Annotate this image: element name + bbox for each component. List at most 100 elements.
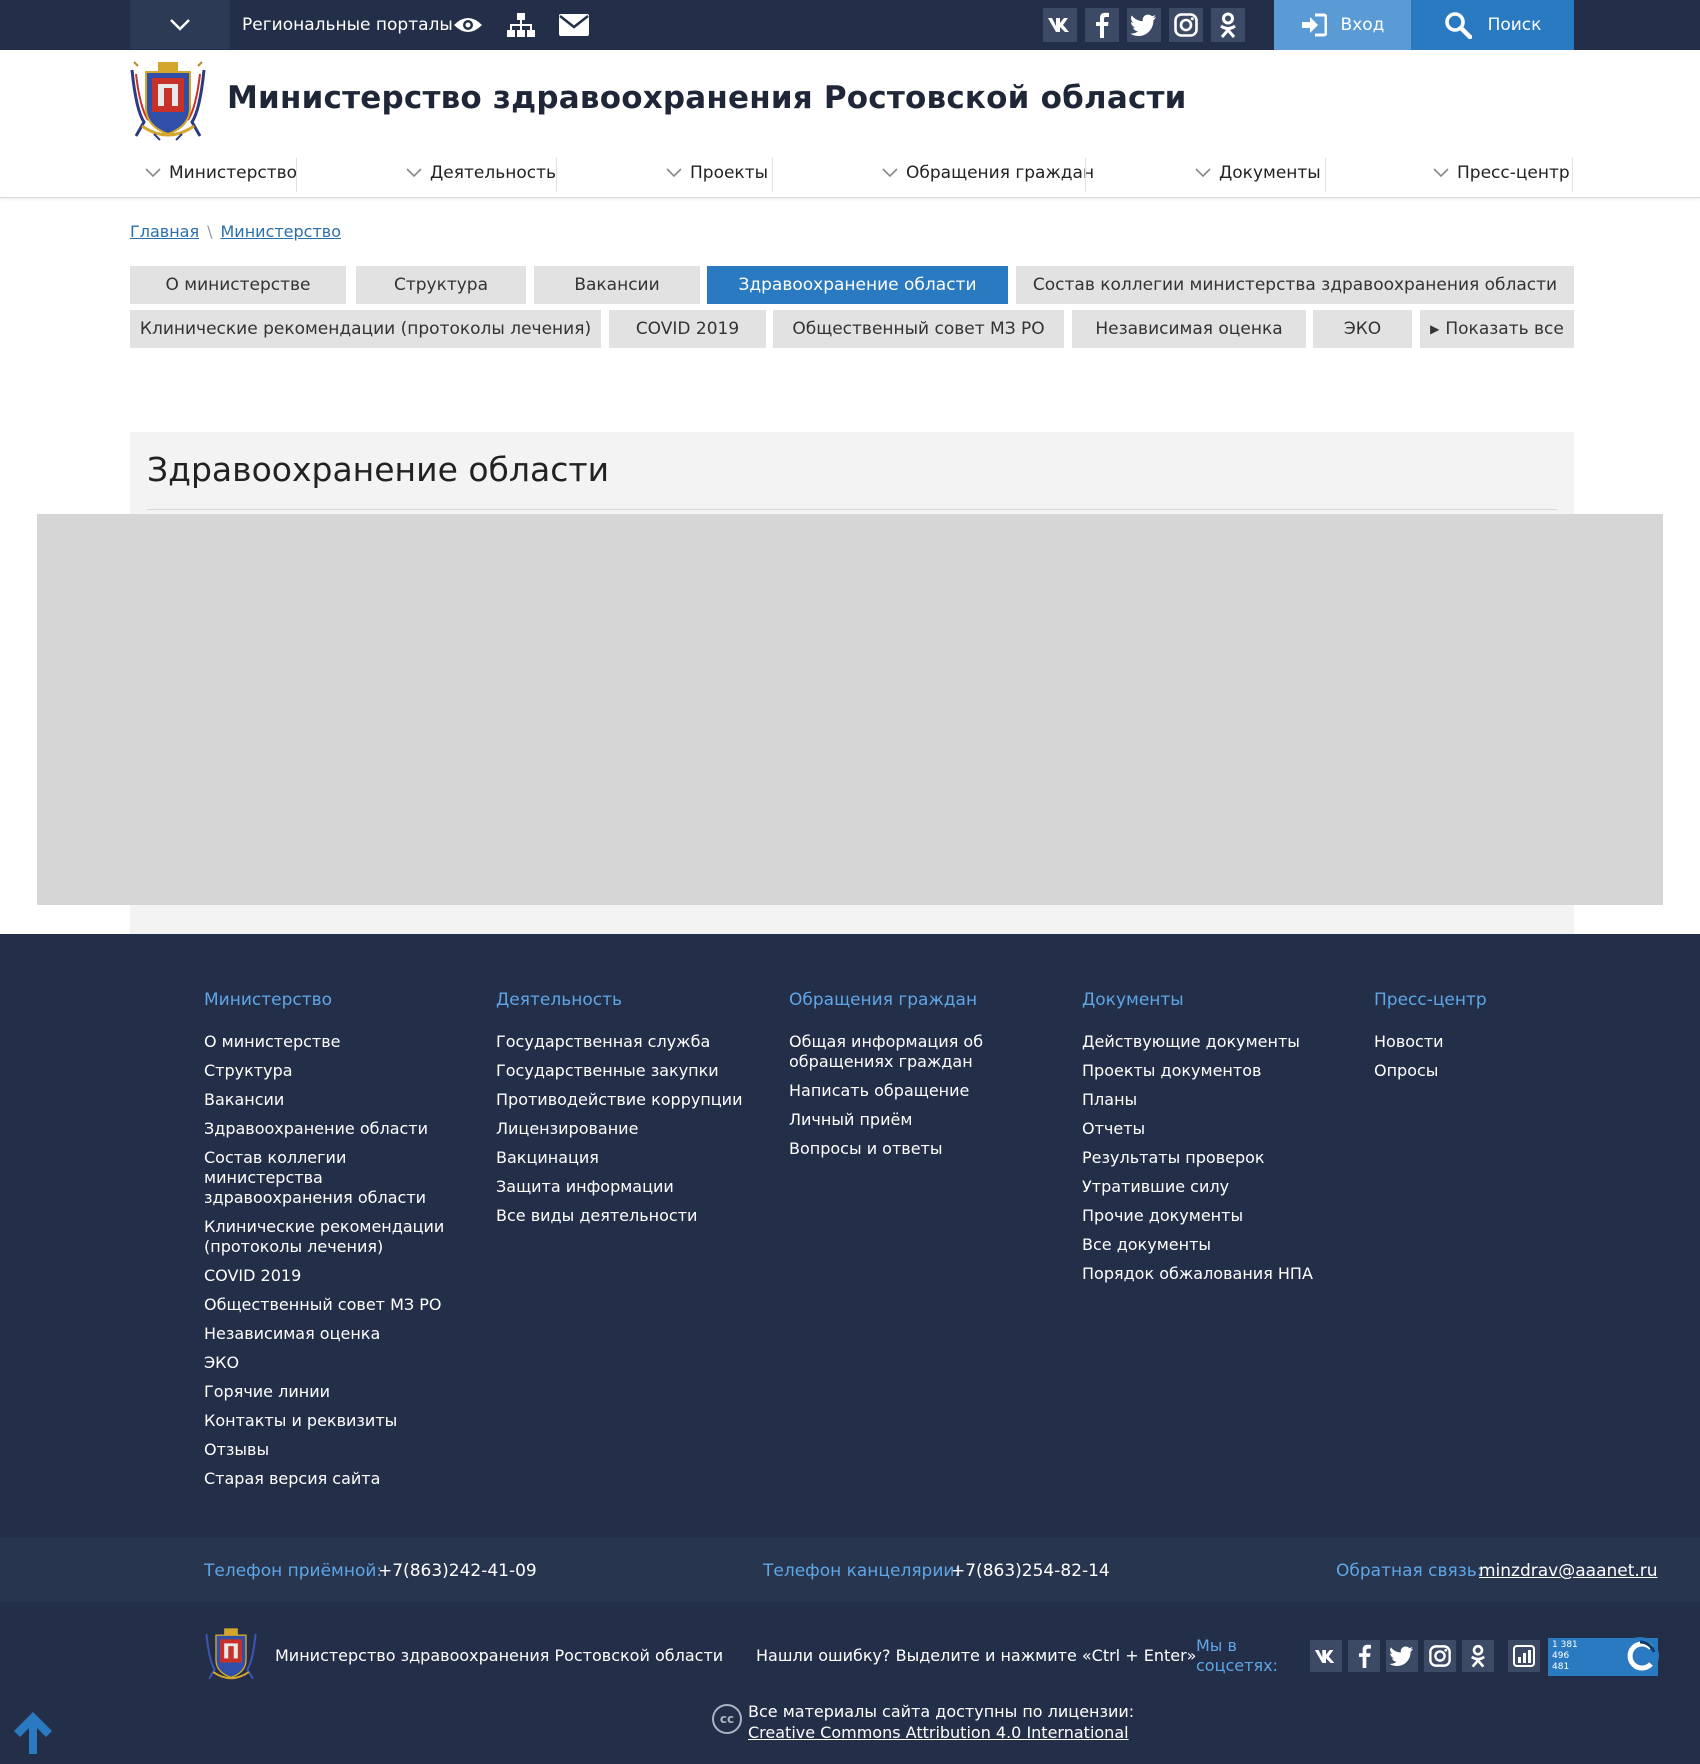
instagram-icon[interactable] xyxy=(1169,8,1203,42)
tab-board-composition[interactable]: Состав коллегии министерства здравоохран… xyxy=(1016,266,1574,304)
tab-clinical-guidelines[interactable]: Клинические рекомендации (протоколы лече… xyxy=(130,310,601,348)
footer-link[interactable]: Проекты документов xyxy=(1082,1061,1332,1081)
tab-label: COVID 2019 xyxy=(635,319,740,339)
twitter-icon[interactable] xyxy=(1386,1640,1418,1672)
arrow-up-icon[interactable] xyxy=(12,1710,54,1756)
envelope-icon[interactable] xyxy=(558,10,590,40)
content-placeholder xyxy=(37,514,1663,905)
social-label-line: Мы в xyxy=(1196,1636,1237,1655)
footer-link[interactable]: Государственная служба xyxy=(496,1032,756,1052)
tab-public-council[interactable]: Общественный совет МЗ РО xyxy=(773,310,1064,348)
office-phone-value[interactable]: +7(863)254-82-14 xyxy=(951,1561,1110,1581)
footer-column-heading[interactable]: Министерство xyxy=(204,990,464,1010)
tab-independent-assessment[interactable]: Независимая оценка xyxy=(1072,310,1306,348)
portals-toggle[interactable] xyxy=(130,0,230,49)
chevron-down-icon xyxy=(145,168,161,178)
footer-column-heading[interactable]: Документы xyxy=(1082,990,1332,1010)
nav-item-label: Министерство xyxy=(169,163,298,183)
tab-about-ministry[interactable]: О министерстве xyxy=(130,266,346,304)
reception-phone-value[interactable]: +7(863)242-41-09 xyxy=(378,1561,537,1581)
tab-structure[interactable]: Структура xyxy=(356,266,526,304)
footer-link[interactable]: Опросы xyxy=(1374,1061,1574,1081)
footer-link[interactable]: Лицензирование xyxy=(496,1119,756,1139)
odnoklassniki-icon[interactable] xyxy=(1462,1640,1494,1672)
tab-eco[interactable]: ЭКО xyxy=(1313,310,1412,348)
footer-link[interactable]: Контакты и реквизиты xyxy=(204,1411,464,1431)
show-all-tabs-button[interactable]: ▶ Показать все xyxy=(1420,310,1574,348)
footer-link[interactable]: Личный приём xyxy=(789,1110,1009,1130)
footer-link[interactable]: Вакцинация xyxy=(496,1148,756,1168)
search-button[interactable]: Поиск xyxy=(1411,0,1574,50)
footer-link[interactable]: Результаты проверок xyxy=(1082,1148,1332,1168)
vk-icon[interactable] xyxy=(1043,8,1077,42)
twitter-icon[interactable] xyxy=(1127,8,1161,42)
footer-link[interactable]: Общая информация об обращениях граждан xyxy=(789,1032,1009,1072)
tab-regional-healthcare[interactable]: Здравоохранение области xyxy=(707,266,1008,304)
footer-link[interactable]: ЭКО xyxy=(204,1353,464,1373)
instagram-icon[interactable] xyxy=(1424,1640,1456,1672)
license-link[interactable]: Creative Commons Attribution 4.0 Interna… xyxy=(748,1722,1134,1743)
footer-link[interactable]: Вакансии xyxy=(204,1090,464,1110)
login-button[interactable]: Вход xyxy=(1274,0,1411,50)
tab-vacancies[interactable]: Вакансии xyxy=(534,266,700,304)
footer-link[interactable]: Противодействие коррупции xyxy=(496,1090,756,1110)
regional-portals-link[interactable]: Региональные порталы xyxy=(242,0,453,50)
eye-icon[interactable] xyxy=(452,10,484,40)
footer-link[interactable]: Все документы xyxy=(1082,1235,1332,1255)
tab-label: ЭКО xyxy=(1343,319,1382,339)
footer-link[interactable]: Здравоохранение области xyxy=(204,1119,464,1139)
footer-link[interactable]: Все виды деятельности xyxy=(496,1206,756,1226)
footer-link[interactable]: Утратившие силу xyxy=(1082,1177,1332,1197)
vk-icon[interactable] xyxy=(1310,1640,1342,1672)
nav-item-ministry[interactable]: Министерство xyxy=(145,150,297,196)
facebook-icon[interactable] xyxy=(1085,8,1119,42)
nav-item-documents[interactable]: Документы xyxy=(1195,150,1321,196)
footer-link[interactable]: Горячие линии xyxy=(204,1382,464,1402)
feedback-email-link[interactable]: minzdrav@aaanet.ru xyxy=(1479,1561,1658,1581)
footer-link[interactable]: Независимая оценка xyxy=(204,1324,464,1344)
coat-of-arms-logo[interactable] xyxy=(130,60,206,142)
footer-link[interactable]: Прочие документы xyxy=(1082,1206,1332,1226)
footer-link[interactable]: Отзывы xyxy=(204,1440,464,1460)
nav-item-press-center[interactable]: Пресс-центр xyxy=(1433,150,1570,196)
footer-column-heading[interactable]: Пресс-центр xyxy=(1374,990,1574,1010)
footer-link[interactable]: Старая версия сайта xyxy=(204,1469,464,1489)
tab-label: Общественный совет МЗ РО xyxy=(792,319,1045,339)
footer-link[interactable]: Написать обращение xyxy=(789,1081,1009,1101)
facebook-icon[interactable] xyxy=(1348,1640,1380,1672)
footer-link[interactable]: Новости xyxy=(1374,1032,1574,1052)
nav-item-activity[interactable]: Деятельность xyxy=(406,150,556,196)
odnoklassniki-icon[interactable] xyxy=(1211,8,1245,42)
footer-link[interactable]: Клинические рекомендации (протоколы лече… xyxy=(204,1217,464,1257)
footer-link[interactable]: Защита информации xyxy=(496,1177,756,1197)
nav-item-citizen-appeals[interactable]: Обращения граждан xyxy=(882,150,1094,196)
footer-link[interactable]: Порядок обжалования НПА xyxy=(1082,1264,1332,1284)
top-bar: Региональные порталы Вход Поиск xyxy=(0,0,1700,50)
footer-column-heading[interactable]: Деятельность xyxy=(496,990,756,1010)
counter-logo xyxy=(1621,1637,1659,1675)
footer-link[interactable]: Общественный совет МЗ РО xyxy=(204,1295,464,1315)
site-title[interactable]: Министерство здравоохранения Ростовской … xyxy=(227,80,1187,116)
footer-link[interactable]: Структура xyxy=(204,1061,464,1081)
sitemap-icon[interactable] xyxy=(505,10,537,40)
breadcrumb-home-link[interactable]: Главная xyxy=(130,222,199,241)
footer-column-heading[interactable]: Обращения граждан xyxy=(789,990,1009,1010)
chevron-down-icon xyxy=(666,168,682,178)
coat-of-arms-logo[interactable] xyxy=(205,1627,257,1683)
nav-item-projects[interactable]: Проекты xyxy=(666,150,768,196)
breadcrumb-separator: \ xyxy=(207,222,213,241)
tab-label: Независимая оценка xyxy=(1095,319,1283,339)
breadcrumb-current-link[interactable]: Министерство xyxy=(221,222,342,241)
footer-column-documents: Документы Действующие документы Проекты … xyxy=(1082,990,1332,1293)
footer-link[interactable]: Состав коллегии министерства здравоохран… xyxy=(204,1148,464,1208)
footer-link[interactable]: Вопросы и ответы xyxy=(789,1139,1009,1159)
footer-link[interactable]: Действующие документы xyxy=(1082,1032,1332,1052)
tab-covid-2019[interactable]: COVID 2019 xyxy=(609,310,766,348)
footer-link[interactable]: Государственные закупки xyxy=(496,1061,756,1081)
footer-link[interactable]: О министерстве xyxy=(204,1032,464,1052)
stats-icon[interactable] xyxy=(1508,1640,1540,1672)
footer-link[interactable]: Планы xyxy=(1082,1090,1332,1110)
footer-link[interactable]: COVID 2019 xyxy=(204,1266,464,1286)
footer-link[interactable]: Отчеты xyxy=(1082,1119,1332,1139)
nav-divider xyxy=(296,158,297,192)
